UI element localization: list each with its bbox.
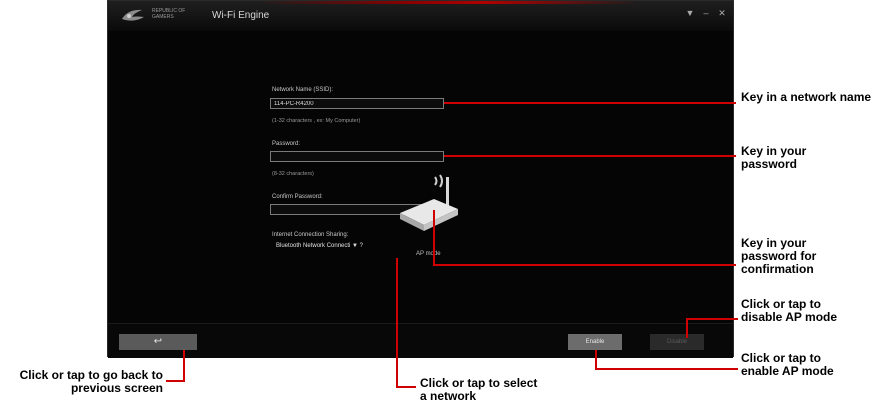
internet-sharing-label: Internet Connection Sharing: [272, 232, 349, 238]
close-icon[interactable]: ✕ [716, 7, 728, 19]
callout-back: Click or tap to go back to previous scre… [19, 368, 163, 395]
password-label: Password: [272, 141, 301, 147]
title-bar: REPUBLIC OF GAMERS Wi-Fi Engine ▼ – ✕ [108, 1, 733, 31]
callout-line-confirm-v [433, 210, 435, 266]
bottom-bar [108, 323, 733, 358]
back-arrow-icon: ↩ [153, 336, 163, 347]
password-input[interactable] [270, 151, 444, 162]
enable-button[interactable]: Enable [568, 334, 622, 350]
disable-button[interactable]: Disable [650, 334, 704, 350]
callout-network-name: Key in a network name [741, 90, 872, 104]
callout-password: Key in your password [741, 144, 807, 171]
callout-select-network: Click or tap to select a network [420, 376, 538, 403]
wifi-engine-window: REPUBLIC OF GAMERS Wi-Fi Engine ▼ – ✕ Ne… [107, 0, 734, 358]
callout-line-back-h [166, 380, 185, 382]
app-title: Wi-Fi Engine [212, 10, 270, 21]
internet-sharing-dropdown[interactable]: Bluetooth Network Connecti ▼ ? [276, 241, 363, 252]
callout-line-select-v [396, 258, 398, 388]
brand-text: REPUBLIC OF GAMERS [152, 8, 186, 20]
router-icon [400, 174, 458, 231]
minimize-icon[interactable]: – [700, 7, 712, 19]
callout-line-enable-v [595, 350, 597, 370]
callout-enable: Click or tap to enable AP mode [741, 351, 834, 378]
callout-line-confirm-h [433, 264, 736, 266]
callout-disable: Click or tap to disable AP mode [741, 297, 838, 324]
ssid-input[interactable] [270, 98, 444, 109]
callout-line-disable-v [686, 318, 688, 338]
callout-line-select-h [396, 386, 416, 388]
callout-line-password [444, 155, 736, 157]
password-hint: (8-32 characters) [272, 171, 314, 177]
title-accent-bar [258, 1, 638, 4]
menu-dropdown-icon[interactable]: ▼ [684, 7, 696, 19]
rog-logo-icon [122, 9, 144, 21]
ssid-hint: (1-32 characters , ex: My Computer) [272, 118, 361, 124]
callout-line-enable-h [595, 368, 738, 370]
callout-line-back-v [183, 350, 185, 382]
callout-confirm: Key in your password for confirmation [741, 236, 817, 276]
back-button[interactable]: ↩ [119, 334, 197, 350]
callout-line-network-name [444, 102, 736, 104]
ssid-label: Network Name (SSID): [272, 87, 334, 93]
confirm-password-label: Confirm Password: [272, 194, 323, 200]
ap-mode-label: AP mode [416, 251, 441, 257]
callout-line-disable-h [686, 318, 738, 320]
